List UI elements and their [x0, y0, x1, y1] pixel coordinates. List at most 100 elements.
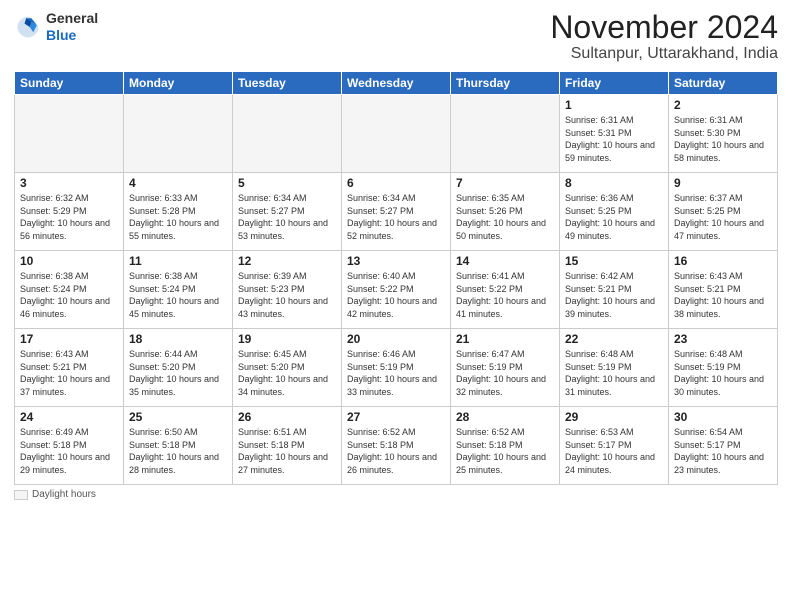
day-number: 28 — [456, 410, 554, 424]
page: General Blue November 2024 Sultanpur, Ut… — [0, 0, 792, 612]
day-info: Sunrise: 6:53 AM Sunset: 5:17 PM Dayligh… — [565, 426, 663, 476]
calendar-day-header: Friday — [560, 72, 669, 95]
day-info: Sunrise: 6:43 AM Sunset: 5:21 PM Dayligh… — [20, 348, 118, 398]
logo-icon — [14, 13, 42, 41]
day-number: 25 — [129, 410, 227, 424]
day-number: 16 — [674, 254, 772, 268]
title-block: November 2024 Sultanpur, Uttarakhand, In… — [550, 10, 778, 63]
day-number: 19 — [238, 332, 336, 346]
logo-blue: Blue — [46, 27, 76, 43]
calendar-header-row: SundayMondayTuesdayWednesdayThursdayFrid… — [15, 72, 778, 95]
day-info: Sunrise: 6:31 AM Sunset: 5:31 PM Dayligh… — [565, 114, 663, 164]
day-number: 30 — [674, 410, 772, 424]
calendar-day-header: Saturday — [669, 72, 778, 95]
location-title: Sultanpur, Uttarakhand, India — [550, 45, 778, 63]
day-number: 27 — [347, 410, 445, 424]
calendar-day-cell: 21 Sunrise: 6:47 AM Sunset: 5:19 PM Dayli… — [451, 329, 560, 407]
calendar-day-cell: 7 Sunrise: 6:35 AM Sunset: 5:26 PM Daylig… — [451, 173, 560, 251]
calendar-day-cell: 24Sunrise: 6:49 AM Sunset: 5:18 PM Dayli… — [15, 407, 124, 485]
calendar-day-cell: 19 Sunrise: 6:45 AM Sunset: 5:20 PM Dayli… — [233, 329, 342, 407]
calendar-day-header: Sunday — [15, 72, 124, 95]
calendar-day-cell — [342, 95, 451, 173]
calendar: SundayMondayTuesdayWednesdayThursdayFrid… — [14, 71, 778, 485]
calendar-day-cell: 3Sunrise: 6:32 AM Sunset: 5:29 PM Daylig… — [15, 173, 124, 251]
header: General Blue November 2024 Sultanpur, Ut… — [14, 10, 778, 63]
legend-box — [14, 490, 28, 500]
calendar-day-cell: 30Sunrise: 6:54 AM Sunset: 5:17 PM Dayli… — [669, 407, 778, 485]
day-number: 9 — [674, 176, 772, 190]
calendar-day-cell: 4Sunrise: 6:33 AM Sunset: 5:28 PM Daylig… — [124, 173, 233, 251]
day-number: 8 — [565, 176, 663, 190]
day-number: 14 — [456, 254, 554, 268]
day-info: Sunrise: 6:31 AM Sunset: 5:30 PM Dayligh… — [674, 114, 772, 164]
calendar-day-cell: 6Sunrise: 6:34 AM Sunset: 5:27 PM Daylig… — [342, 173, 451, 251]
footer: Daylight hours — [14, 489, 778, 500]
day-number: 18 — [129, 332, 227, 346]
calendar-day-cell: 13 Sunrise: 6:40 AM Sunset: 5:22 PM Dayli… — [342, 251, 451, 329]
calendar-day-header: Tuesday — [233, 72, 342, 95]
day-info: Sunrise: 6:47 AM Sunset: 5:19 PM Dayligh… — [456, 348, 554, 398]
day-number: 12 — [238, 254, 336, 268]
calendar-day-cell: 11 Sunrise: 6:38 AM Sunset: 5:24 PM Dayli… — [124, 251, 233, 329]
day-info: Sunrise: 6:48 AM Sunset: 5:19 PM Dayligh… — [674, 348, 772, 398]
calendar-day-cell: 29 Sunrise: 6:53 AM Sunset: 5:17 PM Dayli… — [560, 407, 669, 485]
day-number: 17 — [20, 332, 118, 346]
day-info: Sunrise: 6:44 AM Sunset: 5:20 PM Dayligh… — [129, 348, 227, 398]
day-info: Sunrise: 6:34 AM Sunset: 5:27 PM Dayligh… — [238, 192, 336, 242]
day-info: Sunrise: 6:51 AM Sunset: 5:18 PM Dayligh… — [238, 426, 336, 476]
calendar-day-cell: 8 Sunrise: 6:36 AM Sunset: 5:25 PM Daylig… — [560, 173, 669, 251]
day-info: Sunrise: 6:40 AM Sunset: 5:22 PM Dayligh… — [347, 270, 445, 320]
day-info: Sunrise: 6:33 AM Sunset: 5:28 PM Dayligh… — [129, 192, 227, 242]
day-info: Sunrise: 6:50 AM Sunset: 5:18 PM Dayligh… — [129, 426, 227, 476]
day-number: 7 — [456, 176, 554, 190]
day-info: Sunrise: 6:35 AM Sunset: 5:26 PM Dayligh… — [456, 192, 554, 242]
calendar-day-header: Wednesday — [342, 72, 451, 95]
day-number: 13 — [347, 254, 445, 268]
daylight-legend: Daylight hours — [14, 489, 96, 500]
daylight-legend-label: Daylight hours — [32, 489, 96, 500]
calendar-day-cell: 17 Sunrise: 6:43 AM Sunset: 5:21 PM Dayli… — [15, 329, 124, 407]
calendar-day-cell: 20Sunrise: 6:46 AM Sunset: 5:19 PM Dayli… — [342, 329, 451, 407]
day-info: Sunrise: 6:49 AM Sunset: 5:18 PM Dayligh… — [20, 426, 118, 476]
day-info: Sunrise: 6:34 AM Sunset: 5:27 PM Dayligh… — [347, 192, 445, 242]
calendar-day-cell: 18 Sunrise: 6:44 AM Sunset: 5:20 PM Dayli… — [124, 329, 233, 407]
calendar-day-cell: 15Sunrise: 6:42 AM Sunset: 5:21 PM Dayli… — [560, 251, 669, 329]
calendar-day-cell: 23 Sunrise: 6:48 AM Sunset: 5:19 PM Dayli… — [669, 329, 778, 407]
day-number: 22 — [565, 332, 663, 346]
calendar-day-cell: 16Sunrise: 6:43 AM Sunset: 5:21 PM Dayli… — [669, 251, 778, 329]
calendar-day-cell: 10Sunrise: 6:38 AM Sunset: 5:24 PM Dayli… — [15, 251, 124, 329]
calendar-day-cell: 25 Sunrise: 6:50 AM Sunset: 5:18 PM Dayli… — [124, 407, 233, 485]
day-number: 21 — [456, 332, 554, 346]
day-number: 2 — [674, 98, 772, 112]
day-info: Sunrise: 6:39 AM Sunset: 5:23 PM Dayligh… — [238, 270, 336, 320]
day-info: Sunrise: 6:38 AM Sunset: 5:24 PM Dayligh… — [129, 270, 227, 320]
calendar-week-row: 3Sunrise: 6:32 AM Sunset: 5:29 PM Daylig… — [15, 173, 778, 251]
calendar-day-cell: 27 Sunrise: 6:52 AM Sunset: 5:18 PM Dayli… — [342, 407, 451, 485]
calendar-day-cell: 2 Sunrise: 6:31 AM Sunset: 5:30 PM Daylig… — [669, 95, 778, 173]
calendar-day-cell: 28Sunrise: 6:52 AM Sunset: 5:18 PM Dayli… — [451, 407, 560, 485]
calendar-day-cell: 14Sunrise: 6:41 AM Sunset: 5:22 PM Dayli… — [451, 251, 560, 329]
day-info: Sunrise: 6:38 AM Sunset: 5:24 PM Dayligh… — [20, 270, 118, 320]
calendar-day-cell — [124, 95, 233, 173]
logo-general: General — [46, 10, 98, 26]
day-info: Sunrise: 6:36 AM Sunset: 5:25 PM Dayligh… — [565, 192, 663, 242]
calendar-day-cell: 22Sunrise: 6:48 AM Sunset: 5:19 PM Dayli… — [560, 329, 669, 407]
calendar-week-row: 17 Sunrise: 6:43 AM Sunset: 5:21 PM Dayli… — [15, 329, 778, 407]
day-number: 23 — [674, 332, 772, 346]
day-number: 15 — [565, 254, 663, 268]
logo-text: General Blue — [46, 10, 98, 44]
day-number: 5 — [238, 176, 336, 190]
day-info: Sunrise: 6:45 AM Sunset: 5:20 PM Dayligh… — [238, 348, 336, 398]
day-info: Sunrise: 6:52 AM Sunset: 5:18 PM Dayligh… — [347, 426, 445, 476]
day-info: Sunrise: 6:46 AM Sunset: 5:19 PM Dayligh… — [347, 348, 445, 398]
calendar-week-row: 10Sunrise: 6:38 AM Sunset: 5:24 PM Dayli… — [15, 251, 778, 329]
calendar-day-cell — [233, 95, 342, 173]
day-number: 29 — [565, 410, 663, 424]
month-title: November 2024 — [550, 10, 778, 45]
calendar-day-cell: 26Sunrise: 6:51 AM Sunset: 5:18 PM Dayli… — [233, 407, 342, 485]
day-number: 11 — [129, 254, 227, 268]
calendar-day-cell — [451, 95, 560, 173]
day-info: Sunrise: 6:37 AM Sunset: 5:25 PM Dayligh… — [674, 192, 772, 242]
day-number: 3 — [20, 176, 118, 190]
calendar-day-cell: 12 Sunrise: 6:39 AM Sunset: 5:23 PM Dayli… — [233, 251, 342, 329]
